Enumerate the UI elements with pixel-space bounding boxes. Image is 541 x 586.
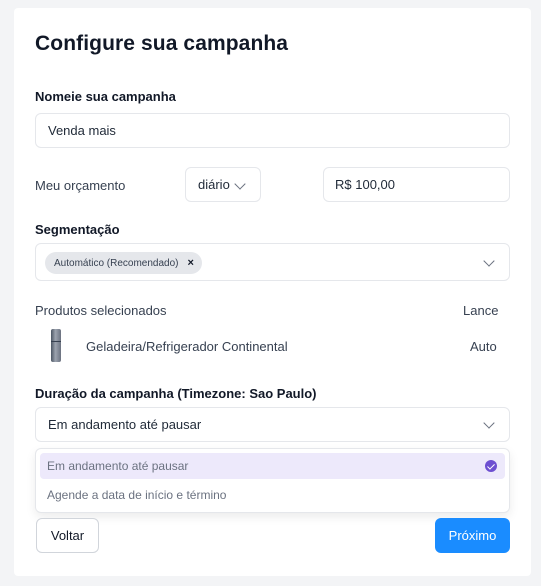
campaign-name-value: Venda mais [48, 123, 116, 138]
segmentation-chip-label: Automático (Recomendado) [54, 257, 179, 269]
bid-header: Lance [463, 303, 499, 318]
budget-amount-value: R$ 100,00 [335, 177, 395, 192]
product-bid: Auto [470, 339, 497, 354]
option-label: Agende a data de início e término [47, 488, 227, 502]
product-row: Geladeira/Refrigerador Continental Auto [14, 328, 531, 364]
segmentation-chip: Automático (Recomendado) × [45, 252, 202, 274]
chip-remove-icon[interactable]: × [188, 257, 194, 269]
option-label: Em andamento até pausar [47, 459, 189, 473]
duration-label: Duração da campanha (Timezone: Sao Paulo… [35, 386, 317, 401]
budget-amount-input[interactable]: R$ 100,00 [323, 167, 510, 202]
campaign-name-label: Nomeie sua campanha [35, 89, 176, 104]
duration-option-schedule[interactable]: Agende a data de início e término [40, 482, 505, 508]
campaign-config-card: Configure sua campanha Nomeie sua campan… [14, 8, 531, 576]
duration-option-ongoing[interactable]: Em andamento até pausar [40, 453, 505, 479]
budget-label: Meu orçamento [35, 178, 126, 193]
duration-selected-value: Em andamento até pausar [48, 417, 202, 432]
budget-period-select[interactable]: diário [185, 167, 261, 202]
chevron-down-icon [234, 178, 246, 190]
refrigerator-icon [51, 329, 61, 362]
segmentation-label: Segmentação [35, 222, 120, 237]
page-title: Configure sua campanha [35, 32, 289, 55]
product-name: Geladeira/Refrigerador Continental [86, 339, 288, 354]
products-header: Produtos selecionados [35, 303, 167, 318]
budget-period-value: diário [198, 177, 230, 192]
duration-select[interactable]: Em andamento até pausar [35, 407, 510, 442]
check-circle-icon [485, 460, 497, 472]
duration-dropdown-menu: Em andamento até pausar Agende a data de… [35, 448, 510, 513]
segmentation-select[interactable]: Automático (Recomendado) × [35, 243, 510, 281]
next-button[interactable]: Próximo [435, 518, 510, 553]
chevron-down-icon [483, 255, 495, 267]
campaign-name-input[interactable]: Venda mais [35, 113, 510, 148]
back-button[interactable]: Voltar [36, 518, 99, 553]
chevron-down-icon [483, 417, 495, 429]
